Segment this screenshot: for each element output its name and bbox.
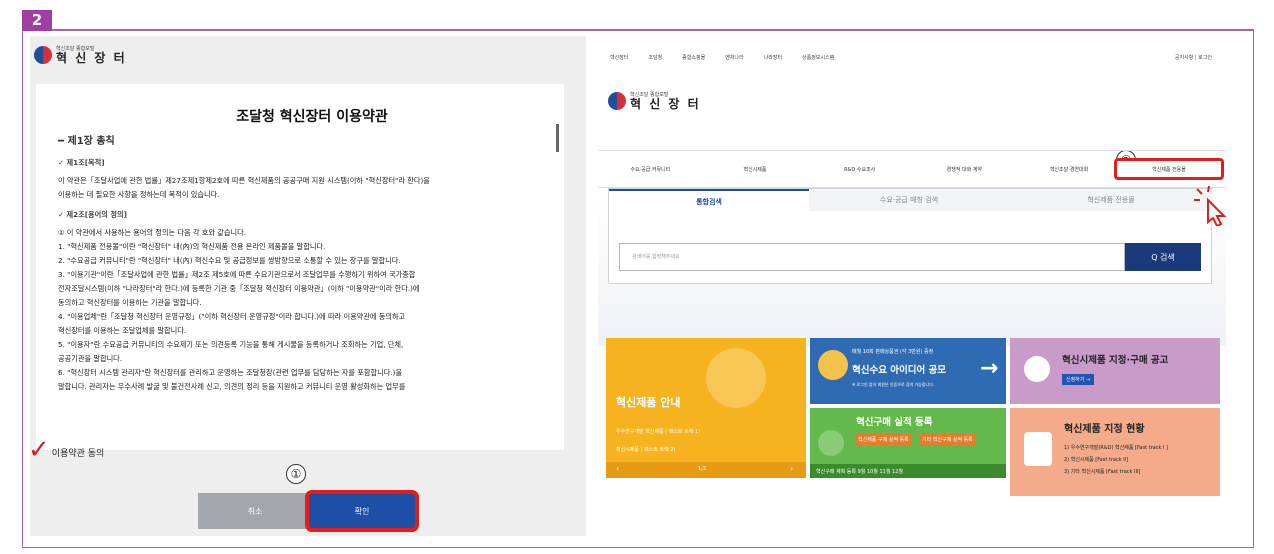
scrollbar-thumb[interactable]	[556, 124, 559, 152]
logo-icon	[34, 46, 52, 64]
search-input[interactable]: 검색어를 입력해주세요	[619, 243, 1125, 271]
terms-line: 동의하고 혁신장터를 이용하는 기관을 말합니다.	[58, 298, 202, 307]
tab-dialogue[interactable]: 경쟁적 대화 계약	[912, 166, 1017, 173]
search-panel: 통합검색 수요·공급 매칭 검색 혁신제품 전용몰 검색어를 입력해주세요 Q …	[608, 188, 1213, 284]
terms-line: 이용하는 데 필요한 사항을 정하는데 목적이 있습니다.	[58, 190, 220, 199]
terms-line: 3. "이용기관"이란「조달사업에 관한 법률」제2조 제5호에 따른 수요기관…	[58, 270, 416, 279]
tab-community[interactable]: 수요·공급 커뮤니티	[598, 166, 703, 173]
terms-line: 1. "혁신제품 전용몰"이란 "혁신장터" 내(內)의 혁신제품 전용 온라인…	[58, 242, 326, 251]
card-purchase-record[interactable]: 혁신구매 실적 등록 혁신제품 구매 실적 등록 기타 혁신구매 실적 등록 혁…	[810, 408, 1006, 478]
document-icon	[1024, 432, 1052, 466]
card-title: 혁신제품 지정 현황	[1064, 424, 1145, 435]
arrow-right-icon: →	[980, 356, 999, 381]
click-cursor-icon	[1194, 186, 1227, 226]
portal-screenshot: 혁신장터 조달청 종합쇼핑몰 벤처나라 나라장터 상품정보시스템 공지사항 | …	[598, 46, 1226, 496]
search-button[interactable]: Q 검색	[1125, 243, 1201, 271]
next-arrow-icon[interactable]: ›	[790, 464, 793, 473]
gnb-item[interactable]: 조달청	[648, 54, 662, 61]
article-heading: ✓ 제2조[용어의 정의]	[58, 210, 127, 219]
gnb-item[interactable]: 종합쇼핑몰	[682, 54, 705, 61]
gnb-item[interactable]: 벤처나라	[725, 54, 743, 61]
terms-line: 2. "수요공급 커뮤니티"란 "혁신장터" 내(內) 혁신수요 및 공급정보를…	[58, 256, 401, 265]
person-icon	[818, 430, 844, 456]
status-item[interactable]: 2) 혁신시제품 [Fast track II]	[1064, 456, 1128, 463]
logo-title: 혁 신 장 터	[56, 50, 127, 65]
confirm-button[interactable]: 확인	[305, 490, 419, 532]
gnb-item[interactable]: 나라장터	[764, 54, 782, 61]
card-designation-notice[interactable]: 혁신시제품 지정·구매 공고 신청하기 →	[1010, 338, 1220, 404]
tab-matching-search[interactable]: 수요·공급 매칭 검색	[809, 189, 1009, 211]
card-product-guide[interactable]: 혁신제품 안내 우수연구개발 혁신제품 ( 패스트 트랙 1) 혁신시제품 ( …	[606, 338, 806, 478]
tab-contest[interactable]: 혁신조달 경연대회	[1017, 166, 1122, 173]
checkmark-icon: ✓	[28, 435, 50, 465]
award-icon	[818, 350, 848, 380]
agree-row[interactable]: ✓ 이용약관 동의	[28, 435, 105, 465]
card-idea-contest[interactable]: 매월 10회 판매상품권 (각 3만원) 증정 혁신수요 아이디어 공모 ※ 로…	[810, 338, 1006, 404]
apply-button[interactable]: 신청하기 →	[1062, 374, 1095, 385]
status-item[interactable]: 3) 기타 혁신시제품 [Fast track III]	[1064, 468, 1140, 475]
card-title: 혁신수요 아이디어 공모	[852, 365, 947, 376]
terms-line: 말합니다. 관리자는 우수사례 발굴 및 불건전사례 신고, 의견의 정리 등을…	[58, 382, 406, 391]
tab-mall-search[interactable]: 혁신제품 전용몰	[1009, 189, 1213, 211]
article-heading: ✓ 제1조[목적]	[58, 158, 105, 167]
card-item[interactable]: 우수연구개발 혁신제품 ( 패스트 트랙 1)	[616, 428, 700, 435]
terms-line: ① 이 약관에서 사용하는 용어의 정의는 다음 각 호와 같습니다.	[58, 228, 246, 237]
terms-line: 5. "이용자"란 수요공급 커뮤니티의 수요제기 또는 의견등록 기능을 통해…	[58, 340, 404, 349]
tab-innovation-mall[interactable]: 혁신제품 전용몰	[1114, 158, 1224, 180]
cancel-button[interactable]: 취소	[198, 493, 312, 529]
step-marker-1: ①	[286, 464, 306, 484]
pagination: 1/2	[698, 466, 707, 472]
card-subtext: ※ 로그인 없이 회원은 인증으로 참여 가능합니다.	[852, 382, 935, 387]
status-item[interactable]: 1) 우수연구개발(R&D) 혁신제품 [Fast track I ]	[1064, 444, 1168, 451]
card-title: 혁신구매 실적 등록	[856, 417, 933, 428]
terms-document[interactable]: 조달청 혁신장터 이용약관 ━ 제1장 총칙 ✓ 제1조[목적] 이 약관은「조달…	[36, 84, 564, 450]
portal-logo[interactable]: 혁신조달 종합포털 혁 신 장 터	[608, 92, 701, 110]
terms-line: 공공기관을 말합니다.	[58, 354, 123, 363]
card-title: 혁신시제품 지정·구매 공고	[1062, 355, 1169, 366]
terms-line: 4. "이용업체"란「조달청 혁신장터 운영규정」("이하 혁신장터 운영규정"…	[58, 312, 406, 321]
terms-line: 이 약관은「조달사업에 관한 법률」제27조제1항제2호에 따른 혁신제품의 공…	[58, 176, 430, 185]
terms-panel: 혁신조달 종합포털 혁 신 장 터 조달청 혁신장터 이용약관 ━ 제1장 총칙…	[28, 36, 586, 536]
logo-icon	[608, 92, 626, 110]
terms-line: 6. "혁신장터 시스템 관리자"란 혁신장터를 관리하고 운영하는 조달청장(…	[58, 368, 403, 377]
gnb-item[interactable]: 혁신장터	[610, 54, 628, 61]
global-nav: 혁신장터 조달청 종합쇼핑몰 벤처나라 나라장터 상품정보시스템	[598, 46, 1226, 68]
tab-prototype[interactable]: 혁신시제품	[703, 166, 808, 173]
card-designation-status[interactable]: 혁신제품 지정 현황 1) 우수연구개발(R&D) 혁신제품 [Fast tra…	[1010, 408, 1220, 496]
prev-arrow-icon[interactable]: ‹	[616, 464, 619, 473]
step-badge: 2	[22, 10, 52, 31]
month-links[interactable]: 혁신구매 계획 등록 9월 10월 11월 12월	[810, 464, 1006, 478]
terms-line: 전자조달시스템(이하 "나라장터"라 한다.)에 등록한 기관 중「조달청 혁신…	[58, 284, 420, 293]
logo: 혁신조달 종합포털 혁 신 장 터	[34, 46, 127, 64]
chapter-heading: ━ 제1장 총칙	[58, 136, 115, 147]
card-title: 혁신제품 안내	[616, 396, 681, 409]
card-item[interactable]: 혁신시제품 ( 패스트 트랙 2)	[616, 446, 675, 453]
record-button[interactable]: 혁신제품 구매 실적 등록	[856, 434, 911, 445]
agree-label: 이용약관 동의	[51, 449, 105, 459]
logo-title: 혁 신 장 터	[630, 96, 701, 111]
record-other-button[interactable]: 기타 혁신구매 실적 등록	[920, 434, 975, 445]
card-small-text: 매월 10회 판매상품권 (각 3만원) 증정	[852, 349, 934, 355]
notice-login-links[interactable]: 공지사항 | 로그인	[1175, 54, 1212, 61]
gnb-item[interactable]: 상품정보시스템	[802, 54, 834, 61]
tab-integrated-search[interactable]: 통합검색	[609, 189, 809, 211]
terms-title: 조달청 혁신장터 이용약관	[236, 109, 388, 125]
megaphone-icon	[1024, 356, 1050, 382]
terms-line: 혁신장터를 이용하는 조달업체를 말합니다.	[58, 326, 187, 335]
tab-rnd[interactable]: R&D 수요조사	[807, 166, 912, 173]
